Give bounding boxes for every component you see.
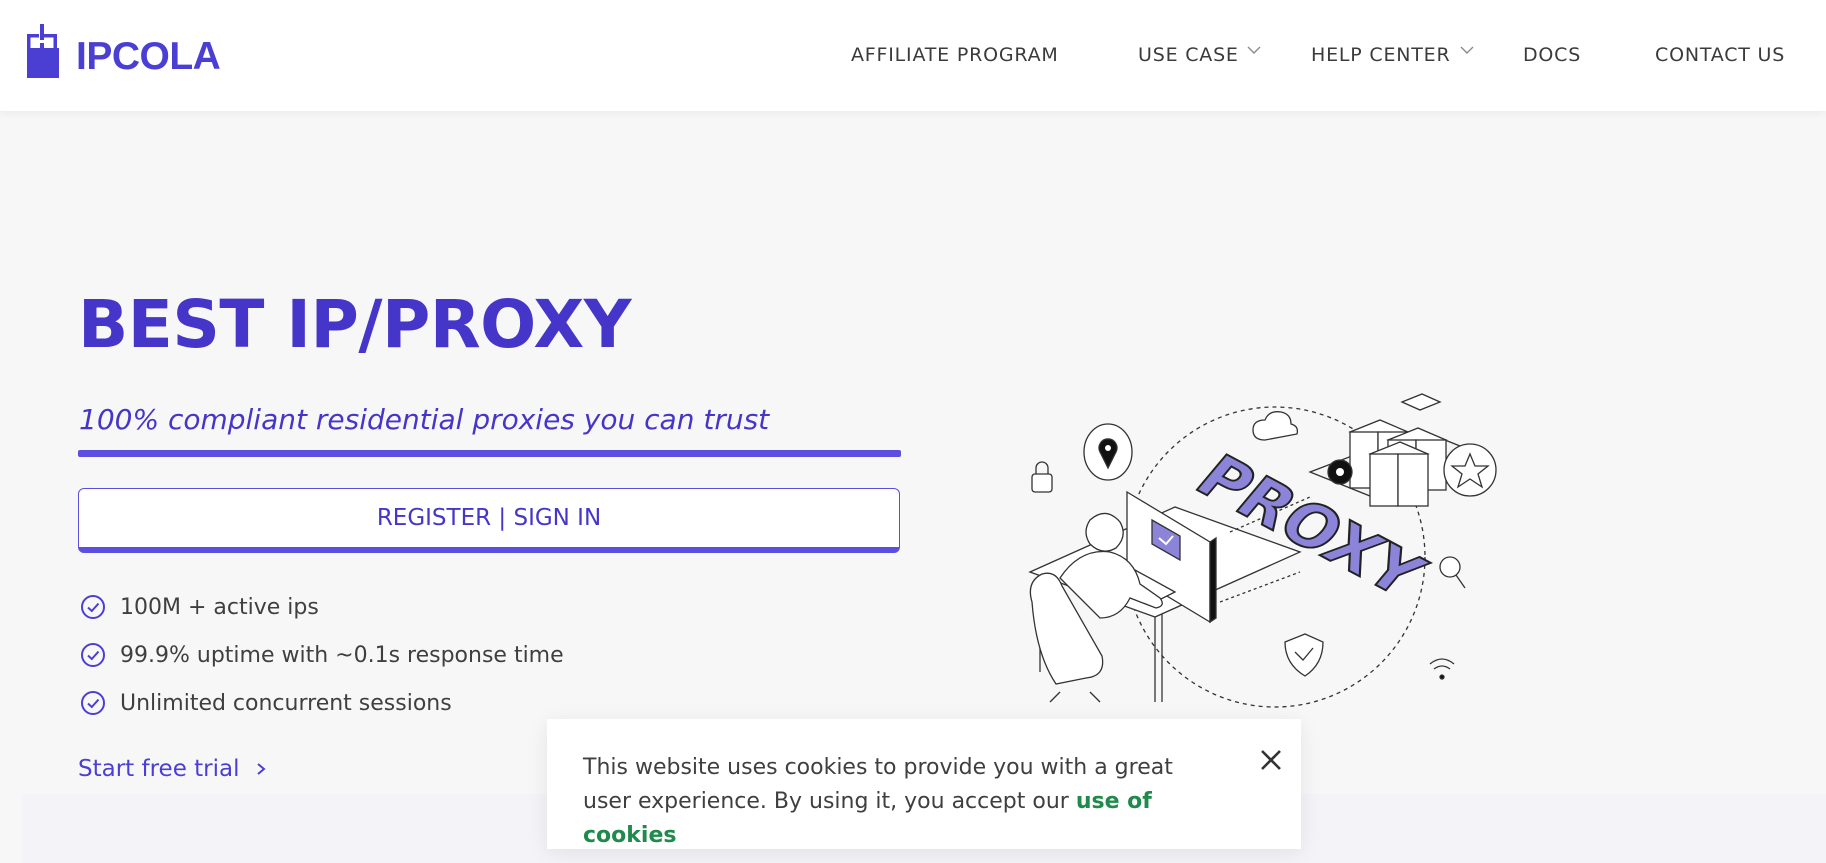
feature-text: Unlimited concurrent sessions bbox=[120, 690, 452, 716]
check-circle-icon bbox=[81, 643, 105, 667]
hero-title: BEST IP/PROXY bbox=[78, 286, 632, 363]
nav-affiliate-program[interactable]: AFFILIATE PROGRAM bbox=[851, 44, 1059, 66]
feature-item: Unlimited concurrent sessions bbox=[80, 690, 452, 716]
brand-name: IPCOLA bbox=[76, 34, 221, 78]
wifi-icon bbox=[1429, 658, 1455, 680]
start-free-trial-link[interactable]: Start free trial bbox=[78, 756, 266, 782]
register-signin-button[interactable]: REGISTER | SIGN IN bbox=[78, 488, 900, 553]
feature-text: 100M + active ips bbox=[120, 594, 319, 620]
feature-item: 99.9% uptime with ~0.1s response time bbox=[80, 642, 564, 668]
chevron-right-icon bbox=[256, 763, 266, 775]
chevron-down-icon[interactable] bbox=[1460, 45, 1474, 55]
close-icon[interactable] bbox=[1258, 747, 1284, 773]
hero-subtitle: 100% compliant residential proxies you c… bbox=[79, 403, 770, 436]
cloud-icon bbox=[1252, 411, 1299, 441]
brand-logo[interactable]: IPCOLA bbox=[27, 24, 221, 78]
chevron-down-icon[interactable] bbox=[1247, 45, 1261, 55]
cookie-banner: This website uses cookies to provide you… bbox=[547, 719, 1301, 849]
check-circle-icon bbox=[81, 691, 105, 715]
feature-text: 99.9% uptime with ~0.1s response time bbox=[120, 642, 564, 668]
site-header: IPCOLA AFFILIATE PROGRAM USE CASE HELP C… bbox=[0, 0, 1826, 111]
nav-help-center[interactable]: HELP CENTER bbox=[1311, 44, 1450, 66]
person-icon bbox=[1085, 512, 1124, 552]
shield-icon bbox=[1284, 633, 1324, 677]
logo-icon bbox=[27, 24, 59, 78]
check-circle-icon bbox=[81, 595, 105, 619]
feature-item: 100M + active ips bbox=[80, 594, 319, 620]
nav-docs[interactable]: DOCS bbox=[1523, 44, 1581, 66]
cookie-message: This website uses cookies to provide you… bbox=[583, 751, 1203, 853]
register-signin-label: REGISTER | SIGN IN bbox=[376, 505, 602, 531]
proxy-illustration: PROXY bbox=[1028, 393, 1497, 708]
magnifier-icon bbox=[1439, 556, 1461, 578]
padlock-icon bbox=[1031, 473, 1053, 493]
nav-contact-us[interactable]: CONTACT US bbox=[1655, 44, 1785, 66]
subtitle-underline bbox=[78, 450, 901, 457]
start-free-trial-label: Start free trial bbox=[78, 756, 240, 782]
nav-use-case[interactable]: USE CASE bbox=[1138, 44, 1239, 66]
